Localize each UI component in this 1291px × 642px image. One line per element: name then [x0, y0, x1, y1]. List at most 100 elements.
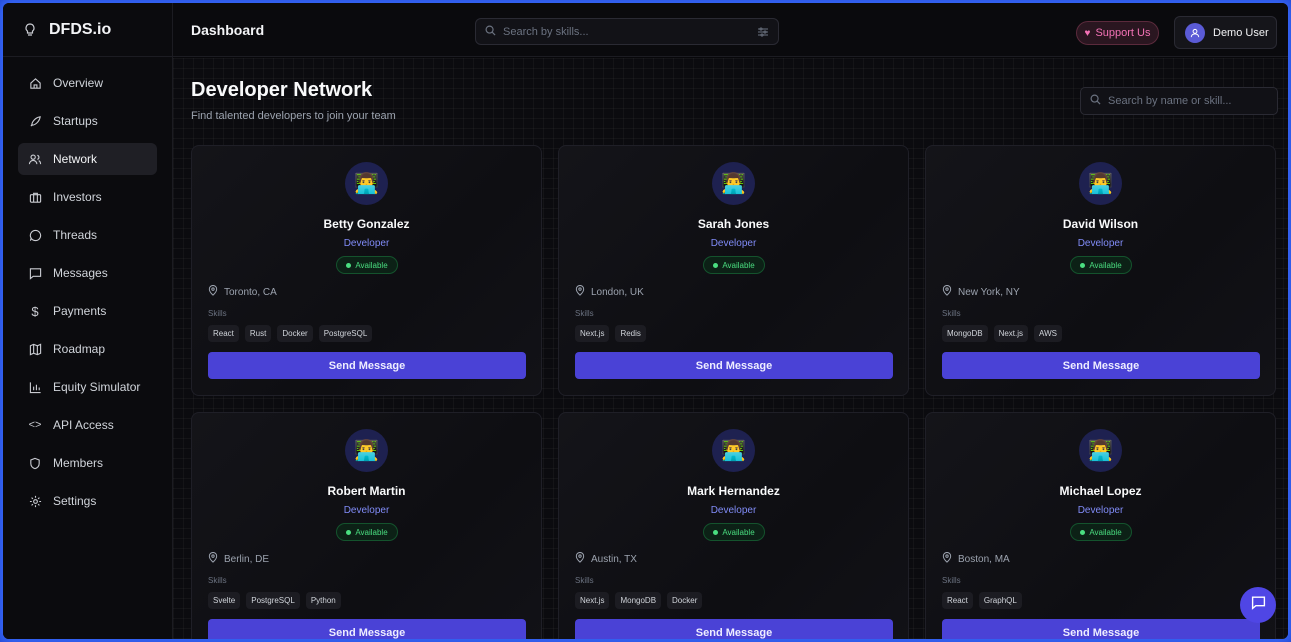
message-square-icon	[1251, 595, 1266, 615]
search-icon	[485, 23, 496, 41]
developer-avatar: 👨‍💻	[1079, 162, 1122, 205]
filter-sliders-icon[interactable]	[757, 25, 769, 43]
send-message-button[interactable]: Send Message	[208, 619, 526, 639]
technologist-icon: 👨‍💻	[721, 440, 746, 462]
location-pin-icon	[942, 551, 952, 566]
developer-location: Austin, TX	[575, 551, 637, 566]
page-subtitle: Find talented developers to join your te…	[191, 110, 396, 122]
lightbulb-icon	[23, 22, 37, 37]
developer-card: 👨‍💻 Sarah Jones Developer Available Lond…	[558, 145, 909, 396]
location-text: New York, NY	[958, 286, 1020, 298]
gear-icon	[28, 494, 42, 508]
skill-tags: React GraphQL	[942, 592, 1022, 609]
developer-avatar: 👨‍💻	[1079, 429, 1122, 472]
skills-label: Skills	[942, 576, 961, 585]
status-label: Available	[1089, 260, 1122, 270]
brand-name: DFDS.io	[49, 20, 112, 38]
skill-tag: PostgreSQL	[246, 592, 300, 609]
skill-tag: GraphQL	[978, 592, 1022, 609]
page-header-title: Dashboard	[191, 22, 265, 38]
status-dot-icon	[1080, 529, 1086, 535]
developer-search[interactable]	[1080, 87, 1278, 115]
developer-location: Toronto, CA	[208, 284, 277, 299]
page-title: Developer Network	[191, 79, 373, 101]
location-text: Berlin, DE	[224, 553, 270, 565]
rocket-icon	[28, 114, 42, 128]
developer-name: Betty Gonzalez	[323, 217, 410, 231]
technologist-icon: 👨‍💻	[354, 173, 379, 195]
developer-card: 👨‍💻 Michael Lopez Developer Available Bo…	[925, 412, 1276, 639]
sidebar-item-payments[interactable]: $ Payments	[18, 295, 157, 327]
send-message-button[interactable]: Send Message	[208, 352, 526, 379]
location-pin-icon	[942, 284, 952, 299]
developer-name: Michael Lopez	[1059, 484, 1142, 498]
support-us-label: Support Us	[1095, 27, 1151, 39]
sidebar-item-api-access[interactable]: <> API Access	[18, 409, 157, 441]
status-badge: Available	[336, 256, 398, 274]
send-message-button[interactable]: Send Message	[942, 352, 1260, 379]
user-menu-button[interactable]: Demo User	[1174, 16, 1277, 49]
sidebar-item-label: Overview	[53, 76, 104, 90]
sidebar-item-label: Payments	[53, 304, 107, 318]
send-message-button[interactable]: Send Message	[575, 352, 893, 379]
send-message-button[interactable]: Send Message	[575, 619, 893, 639]
skill-tag: MongoDB	[615, 592, 662, 609]
developer-avatar: 👨‍💻	[345, 429, 388, 472]
sidebar-item-settings[interactable]: Settings	[18, 485, 157, 517]
location-pin-icon	[575, 284, 585, 299]
skills-search-input[interactable]	[503, 25, 743, 38]
chat-bubble-icon	[28, 228, 42, 242]
skill-tags: MongoDB Next.js AWS	[942, 325, 1062, 342]
skill-tag: Docker	[667, 592, 703, 609]
send-message-button[interactable]: Send Message	[942, 619, 1260, 639]
sidebar-item-label: Investors	[53, 190, 102, 204]
sidebar-item-messages[interactable]: Messages	[18, 257, 157, 289]
support-us-button[interactable]: ♥ Support Us	[1076, 21, 1159, 45]
sidebar-item-members[interactable]: Members	[18, 447, 157, 479]
developer-avatar: 👨‍💻	[712, 429, 755, 472]
status-dot-icon	[713, 262, 719, 268]
location-text: London, UK	[591, 286, 644, 298]
developer-role: Developer	[710, 505, 757, 516]
location-text: Boston, MA	[958, 553, 1010, 565]
sidebar-item-overview[interactable]: Overview	[18, 67, 157, 99]
status-label: Available	[722, 527, 755, 537]
shield-icon	[28, 456, 42, 470]
sidebar-item-investors[interactable]: Investors	[18, 181, 157, 213]
sidebar-item-startups[interactable]: Startups	[18, 105, 157, 137]
sidebar-item-roadmap[interactable]: Roadmap	[18, 333, 157, 365]
developer-avatar: 👨‍💻	[345, 162, 388, 205]
status-badge: Available	[703, 256, 765, 274]
developer-name: Sarah Jones	[697, 217, 770, 231]
topbar: Dashboard ♥ Support Us Demo User	[173, 3, 1288, 57]
sidebar-item-network[interactable]: Network	[18, 143, 157, 175]
skill-tag: Python	[305, 592, 341, 609]
sidebar-item-label: Equity Simulator	[53, 380, 141, 394]
skills-label: Skills	[208, 309, 227, 318]
developer-search-input[interactable]	[1108, 95, 1273, 107]
skill-tag: PostgreSQL	[318, 325, 373, 342]
sidebar-item-equity-simulator[interactable]: Equity Simulator	[18, 371, 157, 403]
skill-tag: Next.js	[575, 592, 610, 609]
skill-tags: Next.js MongoDB Docker	[575, 592, 703, 609]
sidebar: DFDS.io Overview Startups Network Invest…	[3, 3, 173, 639]
skills-search[interactable]	[475, 18, 779, 45]
chat-fab-button[interactable]	[1240, 587, 1276, 623]
main-content: Developer Network Find talented develope…	[173, 58, 1288, 639]
developer-name: Robert Martin	[327, 484, 406, 498]
status-label: Available	[722, 260, 755, 270]
location-pin-icon	[208, 551, 218, 566]
skills-label: Skills	[575, 309, 594, 318]
location-pin-icon	[208, 284, 218, 299]
technologist-icon: 👨‍💻	[1088, 173, 1113, 195]
sidebar-item-threads[interactable]: Threads	[18, 219, 157, 251]
skill-tag: React	[208, 325, 239, 342]
sidebar-item-label: Settings	[53, 494, 97, 508]
status-label: Available	[1089, 527, 1122, 537]
skill-tags: React Rust Docker PostgreSQL	[208, 325, 373, 342]
skill-tags: Svelte PostgreSQL Python	[208, 592, 341, 609]
status-dot-icon	[346, 262, 352, 268]
developer-role: Developer	[343, 238, 390, 249]
skill-tag: Next.js	[993, 325, 1029, 342]
brand[interactable]: DFDS.io	[3, 3, 172, 57]
